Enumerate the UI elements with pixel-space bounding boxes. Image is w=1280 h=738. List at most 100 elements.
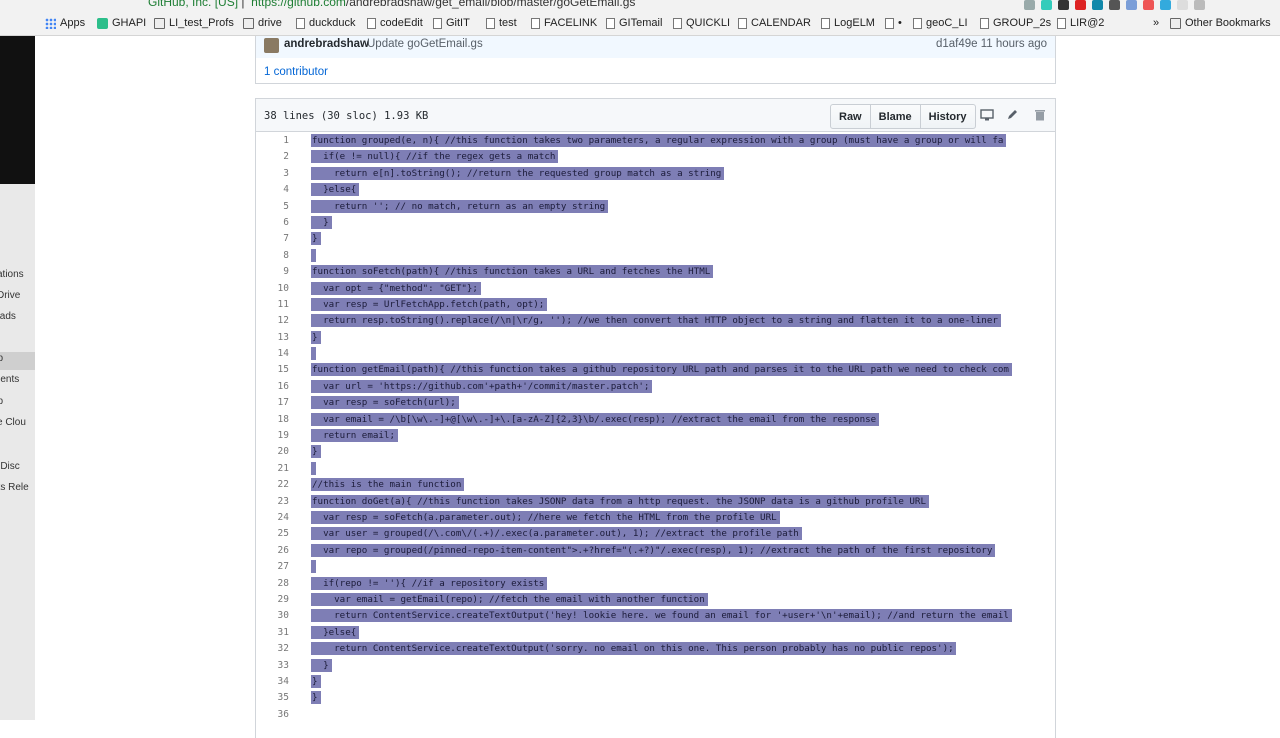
- commit-author[interactable]: andrebradshaw: [284, 38, 369, 50]
- line-number[interactable]: 17: [256, 397, 289, 408]
- edit-pencil-icon[interactable]: [1006, 109, 1020, 121]
- bookmark-duckduck[interactable]: duckduck: [296, 17, 355, 29]
- line-number[interactable]: 25: [256, 528, 289, 539]
- line-number[interactable]: 11: [256, 299, 289, 310]
- extension-icon[interactable]: [1160, 0, 1171, 10]
- sidebar-item[interactable]: op: [0, 396, 3, 407]
- line-number[interactable]: 2: [256, 151, 289, 162]
- line-number[interactable]: 33: [256, 660, 289, 671]
- bookmark-calendar[interactable]: CALENDAR: [738, 17, 811, 29]
- blame-button[interactable]: Blame: [870, 104, 921, 129]
- bookmark--[interactable]: »: [1153, 17, 1159, 29]
- bookmark-facelink[interactable]: FACELINK: [531, 17, 597, 29]
- extension-icon[interactable]: [1177, 0, 1188, 10]
- commit-message[interactable]: Update goGetEmail.gs: [367, 38, 483, 50]
- line-number[interactable]: 8: [256, 250, 289, 261]
- page-icon: [606, 17, 615, 29]
- bookmark-codeedit[interactable]: codeEdit: [367, 17, 423, 29]
- extension-icon[interactable]: [1109, 0, 1120, 10]
- line-number[interactable]: 35: [256, 692, 289, 703]
- line-number[interactable]: 12: [256, 315, 289, 326]
- sidebar-item[interactable]: ments: [0, 374, 19, 385]
- bookmark-drive[interactable]: drive: [243, 17, 282, 29]
- extension-icon[interactable]: [1041, 0, 1052, 10]
- desktop-icon[interactable]: [980, 109, 994, 121]
- line-number[interactable]: 5: [256, 201, 289, 212]
- avatar[interactable]: [264, 38, 279, 53]
- line-number[interactable]: 20: [256, 446, 289, 457]
- line-number[interactable]: 23: [256, 496, 289, 507]
- line-number[interactable]: 9: [256, 266, 289, 277]
- line-number[interactable]: 19: [256, 430, 289, 441]
- bookmark-test[interactable]: test: [486, 17, 517, 29]
- sidebar-item[interactable]: e Disc: [0, 461, 20, 472]
- line-number[interactable]: 22: [256, 479, 289, 490]
- bookmark-ghapi[interactable]: GHAPI: [97, 17, 146, 29]
- code-text: }: [312, 675, 318, 687]
- commit-sha-time[interactable]: d1af49e 11 hours ago: [936, 38, 1047, 50]
- delete-trash-icon[interactable]: [1033, 109, 1047, 121]
- line-number[interactable]: 3: [256, 168, 289, 179]
- code-body[interactable]: 1 function grouped(e, n){ //this function…: [256, 133, 1055, 723]
- code-line: 31 }else{: [256, 625, 1055, 641]
- bookmark-lir-2[interactable]: LIR@2: [1057, 17, 1104, 29]
- line-number[interactable]: 6: [256, 217, 289, 228]
- history-button[interactable]: History: [920, 104, 976, 129]
- sidebar-item[interactable]: loads: [0, 311, 16, 322]
- bookmark-quickli[interactable]: QUICKLI: [673, 17, 730, 29]
- extension-icon[interactable]: [1143, 0, 1154, 10]
- bookmark-other-bookmarks[interactable]: Other Bookmarks: [1170, 17, 1271, 29]
- sidebar-item[interactable]: ve Clou: [0, 417, 26, 428]
- line-number[interactable]: 36: [256, 709, 289, 720]
- bookmark-gitemail[interactable]: GITemail: [606, 17, 662, 29]
- line-number[interactable]: 29: [256, 594, 289, 605]
- code-line: 19 return email;: [256, 428, 1055, 444]
- bookmark-gitit[interactable]: GitIT: [433, 17, 470, 29]
- code-line: 26 var repo = grouped(/pinned-repo-item-…: [256, 543, 1055, 559]
- code-text: }: [312, 331, 318, 343]
- code-line: 33 }: [256, 658, 1055, 674]
- bookmark--[interactable]: •: [885, 17, 902, 29]
- menu-icon[interactable]: [1194, 0, 1205, 10]
- extension-icon[interactable]: [1075, 0, 1086, 10]
- line-number[interactable]: 15: [256, 364, 289, 375]
- raw-button[interactable]: Raw: [830, 104, 871, 129]
- line-number[interactable]: 18: [256, 414, 289, 425]
- line-number[interactable]: 31: [256, 627, 289, 638]
- sidebar-item[interactable]: op: [0, 353, 3, 364]
- code-line: 11 var resp = UrlFetchApp.fetch(path, op…: [256, 297, 1055, 313]
- line-number[interactable]: 30: [256, 610, 289, 621]
- line-number[interactable]: 16: [256, 381, 289, 392]
- extension-icon[interactable]: [1126, 0, 1137, 10]
- line-number[interactable]: 26: [256, 545, 289, 556]
- line-number[interactable]: 32: [256, 643, 289, 654]
- extension-icon[interactable]: [1092, 0, 1103, 10]
- star-icon[interactable]: [1024, 0, 1035, 10]
- line-number[interactable]: 13: [256, 332, 289, 343]
- bookmark-label: LIR@2: [1070, 17, 1105, 29]
- line-number[interactable]: 10: [256, 283, 289, 294]
- extension-icon[interactable]: [1058, 0, 1069, 10]
- line-number[interactable]: 1: [256, 135, 289, 146]
- file-header: 38 lines (30 sloc) 1.93 KB Raw Blame His…: [256, 99, 1055, 132]
- sidebar-item[interactable]: l Drive: [0, 290, 20, 301]
- sidebar-item[interactable]: ets Rele: [0, 482, 29, 493]
- line-number[interactable]: 14: [256, 348, 289, 359]
- code-text: var email = /\b[\w\.-]+@[\w\.-]+\.[a-zA-…: [312, 413, 877, 425]
- line-number[interactable]: 21: [256, 463, 289, 474]
- bookmark-group-2s[interactable]: GROUP_2s: [980, 17, 1051, 29]
- bookmark-logelm[interactable]: LogELM: [821, 17, 875, 29]
- contributors-link[interactable]: 1 contributor: [264, 66, 328, 78]
- line-number[interactable]: 34: [256, 676, 289, 687]
- line-number[interactable]: 7: [256, 233, 289, 244]
- url-text[interactable]: GitHub, Inc. [US] | https://github.com/a…: [148, 0, 635, 9]
- line-number[interactable]: 24: [256, 512, 289, 523]
- line-number[interactable]: 28: [256, 578, 289, 589]
- sidebar-item[interactable]: cations: [0, 269, 24, 280]
- line-number[interactable]: 4: [256, 184, 289, 195]
- browser-address-bar[interactable]: GitHub, Inc. [US] | https://github.com/a…: [0, 0, 1280, 12]
- line-number[interactable]: 27: [256, 561, 289, 572]
- bookmark-geoc-li[interactable]: geoC_LI: [913, 17, 968, 29]
- bookmark-apps[interactable]: Apps: [45, 17, 85, 29]
- bookmark-li-test-profs[interactable]: LI_test_Profs: [154, 17, 234, 29]
